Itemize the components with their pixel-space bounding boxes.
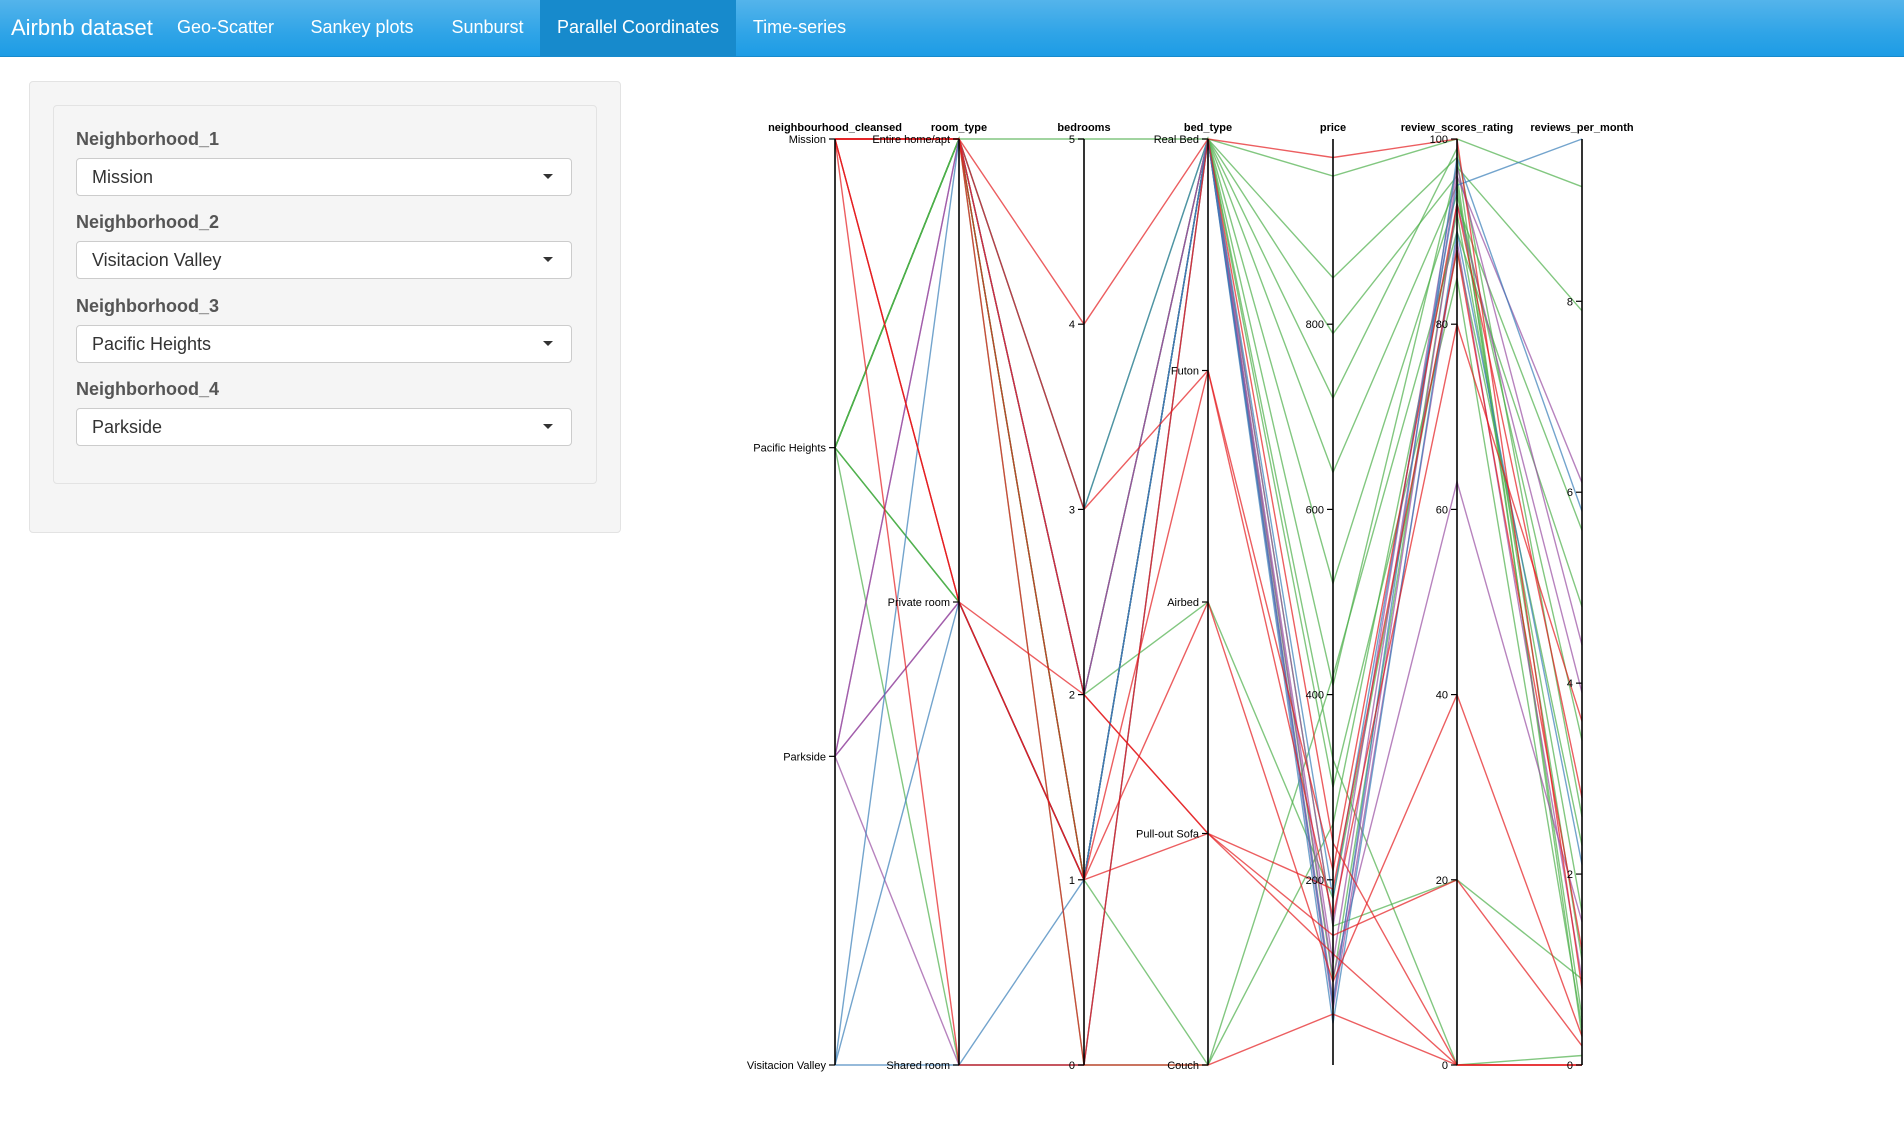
tick-label: 0	[1069, 1060, 1075, 1072]
tick-label: Pull-out Sofa	[1136, 829, 1200, 841]
neighborhood-3-label: Neighborhood_3	[76, 296, 219, 316]
neighborhood-1-value: Mission	[92, 167, 154, 187]
tick-label: 600	[1306, 504, 1324, 516]
parallel-coordinates-chart: neighbourhood_cleansedMission Pacific Hei…	[747, 122, 1634, 1072]
tick-label: 1	[1069, 875, 1075, 887]
axis-room-type: room_typeEntire home/apt Private room Shar…	[872, 122, 987, 1072]
tick-label: Real Bed	[1154, 134, 1199, 146]
input-form: Neighborhood_1 Mission Neighborhood_2 Vi…	[53, 105, 597, 484]
tick-label: 100	[1430, 134, 1448, 146]
neighborhood-2-select[interactable]: Visitacion Valley	[76, 241, 572, 279]
tab-geo-scatter[interactable]: Geo-Scatter	[162, 0, 289, 56]
neighborhood-4-select[interactable]: Parkside	[76, 408, 572, 446]
tick-label: 400	[1306, 690, 1324, 702]
tick-label: Airbed	[1167, 597, 1199, 609]
tick-label: 200	[1306, 875, 1324, 887]
tick-label: 8	[1567, 296, 1573, 308]
neighborhood-3-select[interactable]: Pacific Heights	[76, 325, 572, 363]
axis-title-price: price	[1320, 122, 1346, 134]
tick-label: Parkside	[783, 751, 826, 763]
axes-layer: neighbourhood_cleansedMission Pacific Hei…	[747, 122, 1634, 1072]
axis-title-bed-type: bed_type	[1184, 122, 1232, 134]
tick-label: 5	[1069, 134, 1075, 146]
neighborhood-1-label: Neighborhood_1	[76, 129, 219, 149]
tab-sunburst[interactable]: Sunburst	[435, 0, 540, 56]
tick-label: 60	[1436, 504, 1448, 516]
axis-title-room-type: room_type	[931, 122, 987, 134]
tick-label: Pacific Heights	[753, 443, 826, 455]
axis-title-review-scores-rating: review_scores_rating	[1401, 122, 1514, 134]
neighborhood-2-label: Neighborhood_2	[76, 212, 219, 232]
tick-label: 4	[1567, 678, 1573, 690]
tick-label: Private room	[888, 597, 950, 609]
axis-title-bedrooms: bedrooms	[1057, 122, 1110, 134]
tick-label: Couch	[1167, 1060, 1199, 1072]
tick-label: 3	[1069, 504, 1075, 516]
navbar: Airbnb dataset Geo-Scatter Sankey plots …	[0, 0, 1904, 57]
app-brand[interactable]: Airbnb dataset	[11, 0, 153, 56]
tab-sankey-plots[interactable]: Sankey plots	[289, 0, 435, 56]
tick-label: 0	[1567, 1060, 1573, 1072]
tick-label: 6	[1567, 487, 1573, 499]
tick-label: Mission	[789, 134, 826, 146]
axis-title-neighbourhood-cleansed: neighbourhood_cleansed	[768, 122, 902, 134]
neighborhood-4-value: Parkside	[92, 417, 163, 437]
sidebar-panel: Neighborhood_1 Mission Neighborhood_2 Vi…	[29, 81, 621, 533]
chevron-down-icon	[543, 341, 553, 346]
tick-label: 800	[1306, 319, 1324, 331]
tick-label: 4	[1069, 319, 1075, 331]
tick-label: 0	[1442, 1060, 1448, 1072]
tab-parallel-coordinates[interactable]: Parallel Coordinates	[540, 0, 736, 56]
chevron-down-icon	[543, 257, 553, 262]
tick-label: Visitacion Valley	[747, 1060, 827, 1072]
tab-time-series[interactable]: Time-series	[736, 0, 863, 56]
tick-label: 2	[1567, 869, 1573, 881]
axis-reviews-per-month: reviews_per_month 0 2 4 6 8	[1530, 122, 1634, 1072]
chevron-down-icon	[543, 424, 553, 429]
tick-label: 2	[1069, 690, 1075, 702]
axis-review-scores-rating: review_scores_rating 0 20 40 60 80 100	[1401, 122, 1514, 1072]
tick-label: 40	[1436, 690, 1448, 702]
axis-title-reviews-per-month: reviews_per_month	[1530, 122, 1634, 134]
neighborhood-2-value: Visitacion Valley	[92, 250, 222, 270]
axis-neighbourhood-cleansed: neighbourhood_cleansedMission Pacific Hei…	[747, 122, 902, 1072]
neighborhood-1-select[interactable]: Mission	[76, 158, 572, 196]
tick-label: 80	[1436, 319, 1448, 331]
chevron-down-icon	[543, 174, 553, 179]
neighborhood-3-value: Pacific Heights	[92, 334, 212, 354]
tick-label: Entire home/apt	[872, 134, 950, 146]
neighborhood-4-label: Neighborhood_4	[76, 379, 219, 399]
axis-bed-type: bed_typeReal Bed Futon Airbed Pull-out Sofa…	[1136, 122, 1232, 1072]
tick-label: 20	[1436, 875, 1448, 887]
tick-label: Shared room	[886, 1060, 950, 1072]
tick-label: Futon	[1171, 366, 1199, 378]
